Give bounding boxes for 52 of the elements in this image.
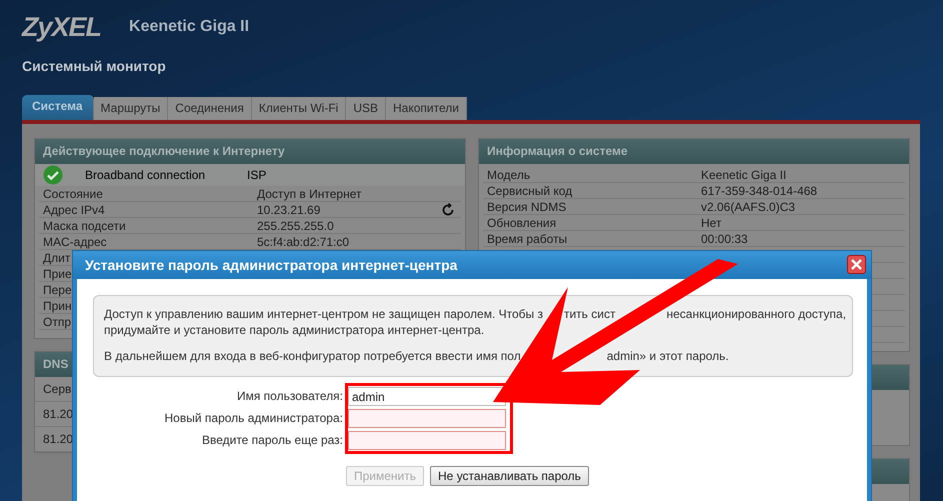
input-field[interactable]: admin	[348, 387, 506, 406]
row-value: v2.06(AAFS.0)C3	[701, 200, 796, 214]
tab[interactable]: USB	[346, 97, 386, 120]
page-title: Системный монитор	[22, 58, 167, 76]
row-value: 10.23.21.69	[257, 202, 320, 216]
message-text: несанкционированного доступа,	[666, 306, 846, 322]
close-button[interactable]	[847, 255, 866, 274]
brand-logo: ZyXEL	[22, 12, 102, 42]
row-label: Пере	[43, 282, 72, 296]
field-label: Новый пароль администратора:	[164, 410, 343, 427]
field-label: Введите пароль еще раз:	[202, 432, 343, 449]
connection-type: ISP	[247, 168, 266, 182]
row-value: Keenetic Giga II	[701, 168, 786, 182]
input-field[interactable]	[348, 431, 506, 450]
dialog-title: Установите пароль администратора интернет-центра	[73, 251, 871, 279]
tab[interactable]: Система	[22, 95, 94, 120]
tab[interactable]: Маршруты	[94, 97, 168, 120]
message-text: admin» и этот пароль.	[606, 348, 729, 364]
row-label: Состояние	[43, 186, 103, 200]
row-label: Длит	[43, 250, 70, 264]
row-value: 00:00:33	[701, 232, 748, 246]
row-label: Прие	[43, 266, 72, 280]
row-label: Обновления	[487, 216, 556, 230]
row-value: 617-359-348-014-468	[701, 184, 818, 198]
row-value: Нет	[701, 216, 722, 230]
row-label: MAC-адрес	[43, 234, 107, 248]
skip-button[interactable]: Не устанавливать пароль	[430, 466, 589, 486]
row-value: 255.255.255.0	[257, 218, 334, 232]
panel-title: Действующее подключение к Интернету	[35, 139, 465, 164]
row-value: 5c:f4:ab:d2:71:c0	[257, 234, 350, 248]
panel-title: Информация о системе	[479, 139, 909, 164]
tab[interactable]: Клиенты Wi-Fi	[252, 97, 346, 120]
row-label: Прин	[43, 298, 72, 312]
message-text: придумайте и установите пароль администратора интернет-центра.	[104, 322, 484, 338]
connection-name: Broadband connection	[85, 168, 206, 182]
close-icon	[850, 258, 863, 271]
field-label: Имя пользователя:	[236, 388, 343, 405]
model-name: Keenetic Giga II	[129, 18, 250, 36]
message-text: тить сист	[564, 306, 616, 322]
row-label: Версия NDMS	[487, 200, 566, 214]
row-label: Сервисный код	[487, 184, 572, 198]
refresh-icon[interactable]	[441, 202, 455, 216]
row-label: Адрес IPv4	[43, 202, 105, 216]
row-label: Маска подсети	[43, 218, 126, 232]
tab[interactable]: Соединения	[168, 97, 252, 120]
message-text: Доступ к управлению вашим интернет-центром не защищен паролем. Чтобы з	[104, 306, 543, 322]
row-value: Доступ в Интернет	[257, 186, 362, 200]
row-label: Модель	[487, 168, 530, 182]
tab[interactable]: Накопители	[386, 97, 467, 120]
row-label: Отпр	[43, 314, 72, 328]
row-label: Время работы	[487, 232, 568, 246]
input-field[interactable]	[348, 409, 506, 428]
